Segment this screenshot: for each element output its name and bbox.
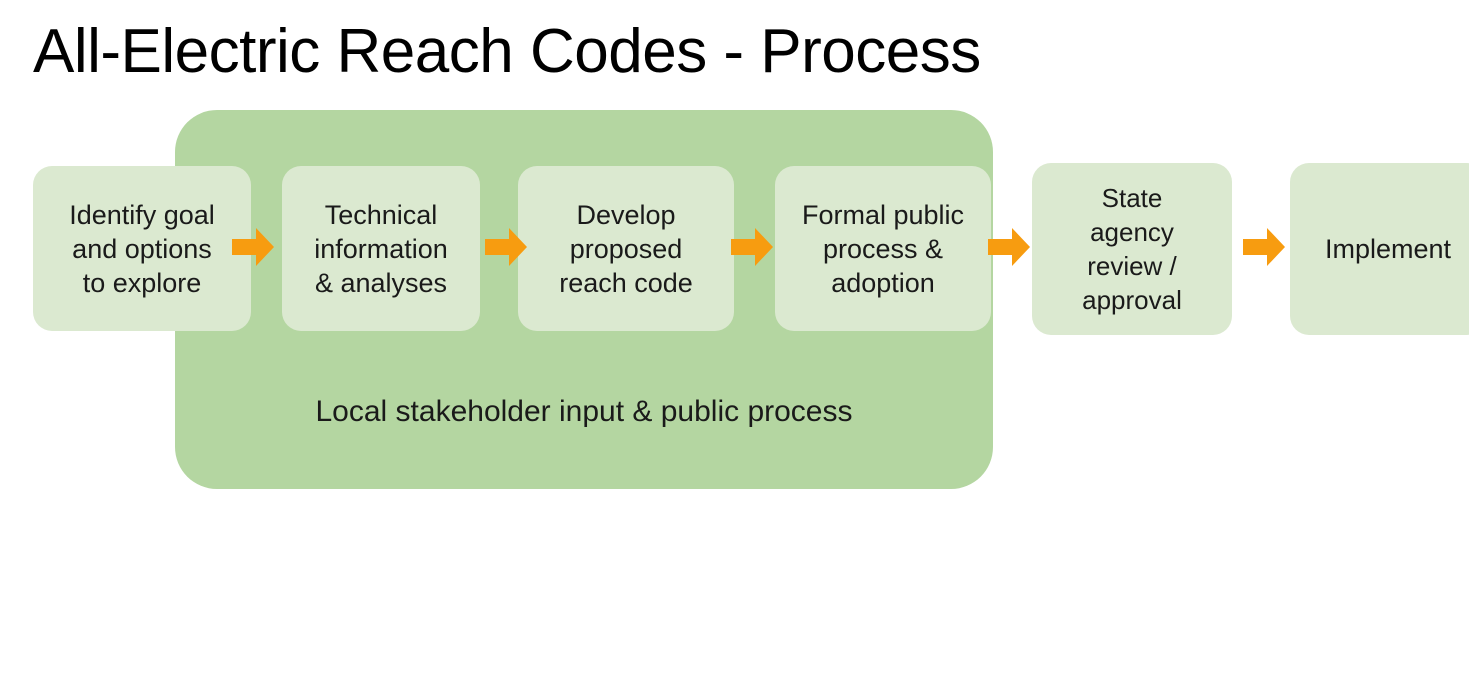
arrow-right-icon: [1243, 228, 1285, 266]
process-step-formal-public-process[interactable]: Formal public process & adoption: [775, 166, 991, 331]
process-step-label: State agency review / approval: [1082, 183, 1182, 315]
process-step-label: Implement: [1324, 234, 1452, 264]
slide-canvas: All-Electric Reach Codes - Process Local…: [0, 0, 1469, 675]
page-title: All-Electric Reach Codes - Process: [33, 17, 981, 86]
arrow-right-icon: [988, 228, 1030, 266]
stakeholder-band-label: Local stakeholder input & public process: [315, 395, 853, 428]
process-step-develop-reach-code[interactable]: Develop proposed reach code: [518, 166, 734, 331]
process-step-implement[interactable]: Implement: [1290, 163, 1469, 335]
arrow-right-icon: [485, 228, 527, 266]
arrow-right-icon: [232, 228, 274, 266]
process-step-label: Develop proposed reach code: [559, 199, 693, 298]
process-step-label: Identify goal and options to explore: [69, 199, 215, 298]
process-step-technical-information[interactable]: Technical information & analyses: [282, 166, 480, 331]
process-step-label: Technical information & analyses: [314, 199, 448, 298]
arrow-right-icon: [731, 228, 773, 266]
process-step-identify-goal[interactable]: Identify goal and options to explore: [33, 166, 251, 331]
process-step-label: Formal public process & adoption: [801, 199, 965, 298]
process-step-state-agency-review[interactable]: State agency review / approval: [1032, 163, 1232, 335]
